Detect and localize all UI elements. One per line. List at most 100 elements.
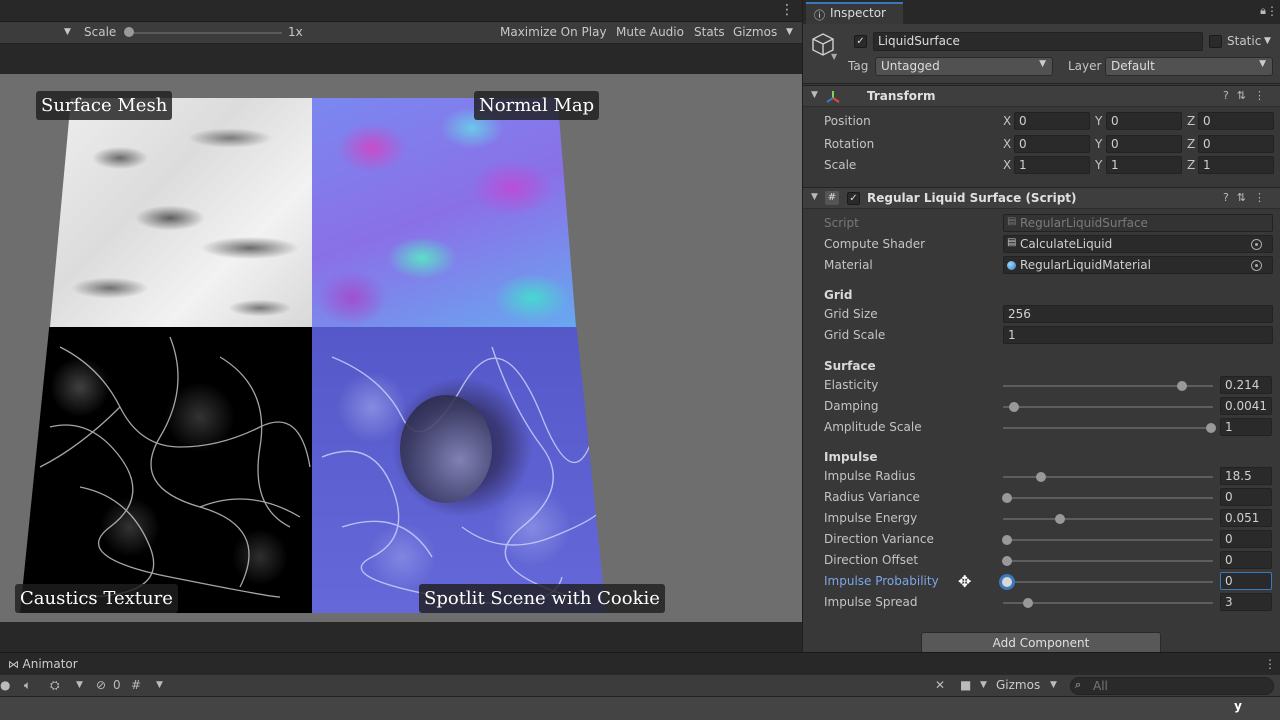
light-icon[interactable]: ● <box>0 678 10 692</box>
slider-label: Direction Variance <box>824 532 934 546</box>
gizmos-button[interactable]: Gizmos <box>733 25 777 39</box>
add-component-button[interactable]: Add Component <box>921 632 1161 654</box>
normal-map-label: Normal Map <box>474 91 600 120</box>
slider-track[interactable] <box>1003 423 1216 433</box>
slider-value-field[interactable]: 0.051 <box>1220 509 1272 527</box>
hidden-objects-count: 0 <box>113 678 121 692</box>
slider-value-field[interactable]: 0 <box>1220 572 1272 590</box>
transform-component-header[interactable]: ▼ Transform ?⇅⋮ <box>803 85 1280 107</box>
scale-slider[interactable] <box>128 32 282 34</box>
mute-audio-button[interactable]: Mute Audio <box>616 25 684 39</box>
rotation-y-field[interactable]: 0 <box>1106 135 1182 153</box>
maximize-on-play-button[interactable]: Maximize On Play <box>500 25 607 39</box>
hidden-objects-icon[interactable]: ⊘ <box>96 678 106 692</box>
effects-dropdown-arrow-icon[interactable]: ▼ <box>76 680 83 690</box>
grid-scale-field[interactable]: 1 <box>1003 326 1273 344</box>
grid-icon[interactable]: # <box>131 678 141 692</box>
slider-value-field[interactable]: 0 <box>1220 530 1272 548</box>
gameobject-active-checkbox[interactable]: ✓ <box>854 35 867 48</box>
camera-icon[interactable]: ■ <box>960 678 971 692</box>
tab-animator[interactable]: ⋈ Animator <box>8 657 78 671</box>
static-checkbox[interactable] <box>1209 35 1222 48</box>
grid-dropdown-arrow-icon[interactable]: ▼ <box>156 680 163 690</box>
info-icon: ⓘ <box>814 9 825 22</box>
component-header-icons[interactable]: ?⇅⋮ <box>1223 89 1273 102</box>
axis-y-label: Y <box>1095 114 1103 128</box>
slider-knob[interactable] <box>1002 556 1013 566</box>
tag-dropdown[interactable]: Untagged ▼ <box>875 57 1053 76</box>
slider-knob[interactable] <box>1008 402 1019 412</box>
scale-x-field[interactable]: 1 <box>1014 156 1090 174</box>
slider-track[interactable] <box>1002 493 1213 503</box>
scale-slider-knob[interactable] <box>124 27 134 37</box>
tab-inspector[interactable]: ⓘ Inspector <box>806 2 903 24</box>
slider-track[interactable] <box>1003 514 1213 524</box>
slider-track[interactable] <box>1002 556 1213 566</box>
grid-size-label: Grid Size <box>824 307 878 321</box>
search-input[interactable]: All <box>1070 677 1274 695</box>
more-options-icon[interactable]: ⋮ <box>1266 4 1278 18</box>
slider-knob[interactable] <box>1023 598 1034 608</box>
slider-knob[interactable] <box>1176 381 1187 391</box>
gizmos-button[interactable]: Gizmos <box>996 678 1040 692</box>
position-x-field[interactable]: 0 <box>1014 112 1090 130</box>
script-enabled-checkbox[interactable]: ✓ <box>847 192 860 205</box>
tools-icon[interactable]: ✕ <box>935 678 945 692</box>
slider-knob[interactable] <box>1002 535 1013 545</box>
object-picker-icon[interactable] <box>1251 260 1262 271</box>
cursor-icon: ✥ <box>958 572 972 591</box>
slider-knob[interactable] <box>1035 472 1046 482</box>
slider-knob[interactable] <box>1054 514 1065 524</box>
material-sphere-icon <box>1007 261 1016 270</box>
grid-size-field[interactable]: 256 <box>1003 305 1273 323</box>
material-field[interactable]: RegularLiquidMaterial <box>1003 256 1273 274</box>
script-component-header[interactable]: ▼ # ✓ Regular Liquid Surface (Script) ?⇅… <box>803 187 1280 209</box>
camera-dropdown-arrow-icon[interactable]: ▼ <box>980 680 987 690</box>
slider-track[interactable] <box>1003 472 1213 482</box>
slider-label: Impulse Probability <box>824 574 939 588</box>
rotation-z-field[interactable]: 0 <box>1198 135 1274 153</box>
object-picker-icon[interactable] <box>1251 239 1262 250</box>
animator-canvas[interactable]: y <box>0 697 1280 720</box>
gizmos-dropdown-arrow-icon[interactable]: ▼ <box>1050 680 1057 690</box>
position-z-field[interactable]: 0 <box>1198 112 1274 130</box>
audio-icon[interactable]: 🔈︎ <box>24 678 31 693</box>
slider-value-field[interactable]: 0.214 <box>1220 376 1272 394</box>
static-dropdown-arrow-icon[interactable]: ▼ <box>1264 36 1271 46</box>
more-options-icon[interactable]: ⋮ <box>1264 657 1276 671</box>
slider-value-field[interactable]: 18.5 <box>1220 467 1272 485</box>
slider-value-field[interactable]: 0 <box>1220 551 1272 569</box>
slider-track[interactable] <box>1002 577 1213 587</box>
slider-track[interactable] <box>1003 381 1213 391</box>
more-options-icon[interactable]: ⋮ <box>780 2 794 18</box>
slider-value-field[interactable]: 3 <box>1220 593 1272 611</box>
icon-dropdown-arrow-icon[interactable]: ▼ <box>831 52 837 61</box>
foldout-arrow-icon[interactable]: ▼ <box>811 192 818 202</box>
position-y-field[interactable]: 0 <box>1106 112 1182 130</box>
layer-dropdown[interactable]: Default ▼ <box>1105 57 1273 76</box>
effects-icon[interactable]: ⛭ <box>50 678 60 693</box>
scale-label: Scale <box>824 158 857 172</box>
slider-value-field[interactable]: 0.0041 <box>1220 397 1272 415</box>
gizmos-dropdown-arrow-icon[interactable]: ▼ <box>786 27 793 37</box>
scale-y-field[interactable]: 1 <box>1106 156 1182 174</box>
component-header-icons[interactable]: ?⇅⋮ <box>1223 191 1273 204</box>
game-viewport[interactable] <box>0 74 802 622</box>
rotation-x-field[interactable]: 0 <box>1014 135 1090 153</box>
gameobject-name-field[interactable]: LiquidSurface <box>873 32 1203 51</box>
slider-value-field[interactable]: 0 <box>1220 488 1272 506</box>
compute-shader-field[interactable]: ▤ CalculateLiquid <box>1003 235 1273 253</box>
stats-button[interactable]: Stats <box>694 25 725 39</box>
slider-value-field[interactable]: 1 <box>1220 418 1272 436</box>
slider-track[interactable] <box>1002 535 1213 545</box>
foldout-arrow-icon[interactable]: ▼ <box>811 90 818 100</box>
caustics-network <box>39 336 311 598</box>
scene-gizmo-y-axis[interactable]: y <box>1234 699 1242 713</box>
slider-knob[interactable] <box>1205 423 1216 433</box>
slider-track[interactable] <box>1003 402 1213 412</box>
slider-track[interactable] <box>1003 598 1213 608</box>
slider-knob[interactable] <box>1002 493 1013 503</box>
display-dropdown-arrow-icon[interactable]: ▼ <box>64 27 71 37</box>
slider-knob[interactable] <box>1002 577 1013 587</box>
scale-z-field[interactable]: 1 <box>1198 156 1274 174</box>
